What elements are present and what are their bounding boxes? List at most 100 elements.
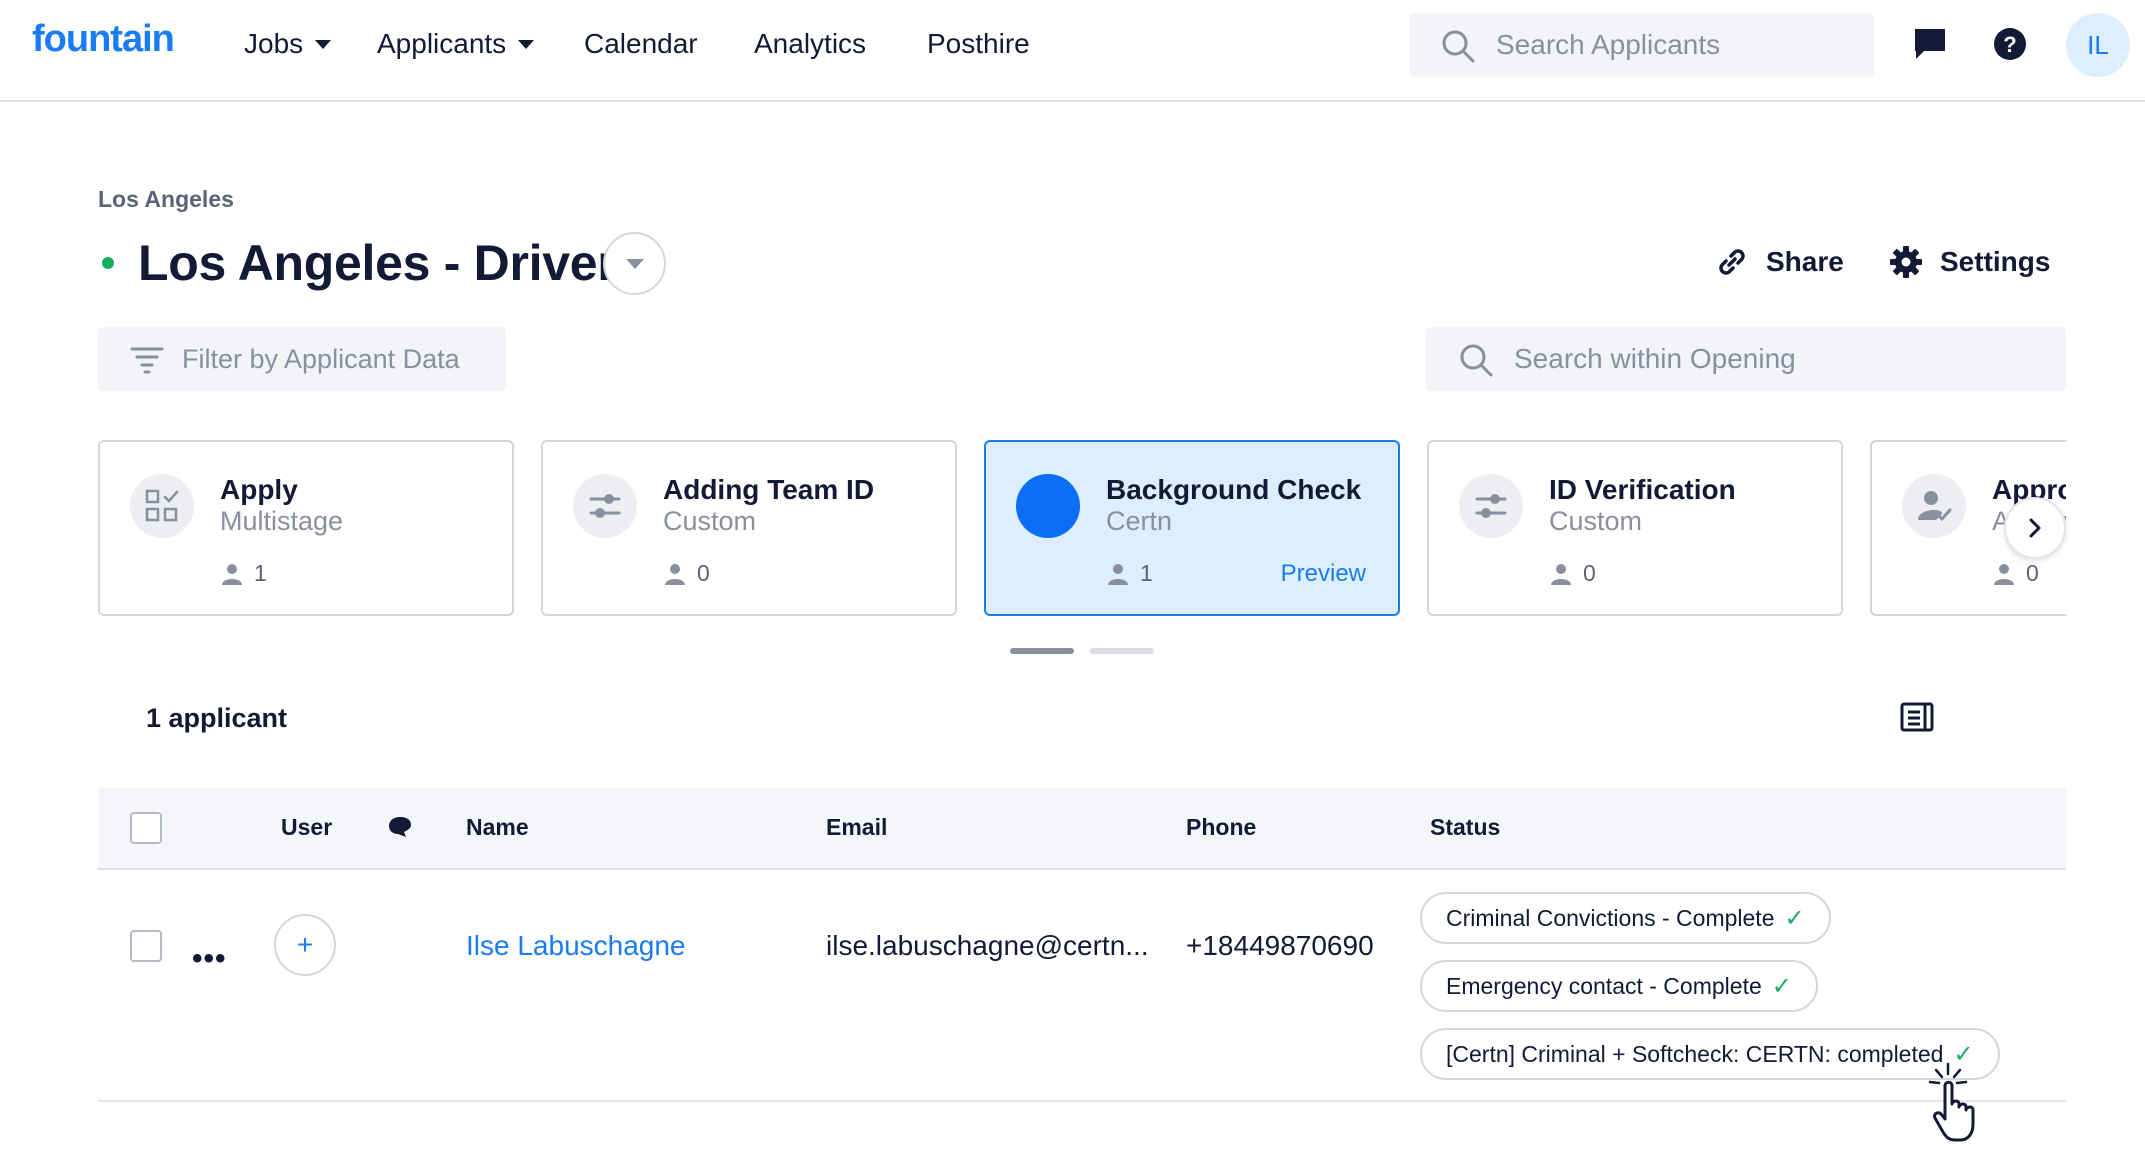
stage-applicant-count: 1: [1108, 560, 1153, 587]
stage-count-value: 1: [254, 560, 267, 586]
nav-jobs[interactable]: Jobs: [244, 28, 332, 60]
message-bubble-icon: [389, 817, 411, 837]
search-icon: [1460, 344, 1493, 377]
stage-name: Adding Team ID: [663, 474, 875, 505]
fountain-logo[interactable]: fountain: [32, 18, 175, 61]
status-badge[interactable]: Emergency contact - Complete ✓: [1420, 960, 1818, 1012]
nav-calendar-label: Calendar: [584, 28, 698, 59]
status-badge[interactable]: [Certn] Criminal + Softcheck: CERTN: com…: [1420, 1028, 2000, 1080]
stage-name: ID Verification: [1549, 474, 1736, 505]
search-within-opening-input[interactable]: [1514, 327, 2044, 391]
person-icon: [665, 563, 685, 585]
stage-card-background-check[interactable]: Background Check Certn 1 Preview: [984, 440, 1400, 616]
stage-type: Certn: [1106, 506, 1173, 536]
column-header-email[interactable]: Email: [826, 814, 887, 841]
top-navigation: fountain Jobs Applicants Calendar Analyt…: [0, 0, 2145, 102]
check-icon: ✓: [1784, 904, 1805, 932]
applicant-email: ilse.labuschagne@certn...: [826, 930, 1149, 961]
stage-icon-wrapper: [1902, 474, 1966, 538]
column-header-name[interactable]: Name: [466, 814, 529, 841]
stage-icon-wrapper: [573, 474, 637, 538]
status-active-indicator: [102, 257, 114, 269]
column-header-status[interactable]: Status: [1430, 814, 1500, 841]
page-title: Los Angeles - Driver: [138, 235, 617, 291]
caret-down-icon: [625, 258, 644, 269]
carousel-next-button[interactable]: [2004, 497, 2066, 559]
filter-label: Filter by Applicant Data: [182, 343, 460, 374]
filter-applicant-data-button[interactable]: Filter by Applicant Data: [98, 327, 506, 391]
status-label: Emergency contact - Complete: [1446, 972, 1762, 999]
stage-count-value: 1: [1140, 560, 1153, 586]
sliders-icon: [1475, 494, 1507, 518]
user-check-icon: [1918, 491, 1952, 522]
stage-card-apply[interactable]: Apply Multistage 1: [98, 440, 514, 616]
column-header-phone[interactable]: Phone: [1186, 814, 1256, 841]
status-badge[interactable]: Criminal Convictions - Complete ✓: [1420, 892, 1831, 944]
stage-card-adding-team-id[interactable]: Adding Team ID Custom 0: [541, 440, 957, 616]
global-search: [1410, 13, 1874, 77]
more-options-icon[interactable]: •••: [192, 942, 227, 976]
certn-logo-icon: [1016, 474, 1080, 538]
caret-down-icon: [315, 39, 332, 49]
stage-name: Background Check: [1106, 474, 1362, 505]
check-icon: ✓: [1771, 972, 1792, 1000]
applicant-count: 1 applicant: [146, 703, 288, 733]
stage-applicant-count: 0: [1994, 560, 2039, 587]
stage-type: Custom: [663, 506, 757, 536]
stage-count-value: 0: [2026, 560, 2039, 586]
stage-applicant-count: 0: [1551, 560, 1596, 587]
nav-jobs-label: Jobs: [244, 28, 304, 59]
breadcrumb[interactable]: Los Angeles: [98, 186, 234, 213]
share-label: Share: [1766, 246, 1844, 277]
stage-type: Custom: [1549, 506, 1643, 536]
add-user-button[interactable]: +: [274, 914, 336, 976]
person-icon: [1994, 563, 2014, 585]
column-settings-icon[interactable]: [1900, 702, 1934, 732]
applicant-name-link[interactable]: Ilse Labuschagne: [466, 930, 686, 962]
opening-dropdown-button[interactable]: [603, 232, 666, 295]
carousel-page-indicator-active[interactable]: [1010, 648, 1074, 654]
stage-count-value: 0: [1583, 560, 1596, 586]
user-avatar[interactable]: IL: [2066, 13, 2130, 77]
applicant-phone: +18449870690: [1186, 930, 1374, 961]
status-label: [Certn] Criminal + Softcheck: CERTN: com…: [1446, 1040, 1944, 1067]
select-all-checkbox[interactable]: [130, 812, 162, 844]
hand-cursor-icon: [1928, 1062, 1975, 1142]
nav-analytics-label: Analytics: [754, 28, 867, 59]
person-icon: [222, 563, 242, 585]
status-label: Criminal Convictions - Complete: [1446, 904, 1775, 931]
nav-applicants[interactable]: Applicants: [377, 28, 535, 60]
column-header-user[interactable]: User: [281, 814, 332, 841]
table-header: User Name Email Phone Status: [98, 788, 2066, 870]
status-list: Criminal Convictions - Complete ✓ Emerge…: [1420, 892, 2000, 1080]
help-icon[interactable]: ?: [1992, 26, 2028, 62]
nav-posthire-label: Posthire: [927, 28, 1030, 59]
caret-down-icon: [518, 39, 535, 49]
gear-icon: [1890, 246, 1922, 278]
table-row: ••• + Ilse Labuschagne ilse.labuschagne@…: [98, 870, 2066, 1102]
checklist-icon: [145, 489, 179, 522]
nav-posthire[interactable]: Posthire: [927, 28, 1030, 60]
carousel-page-indicator[interactable]: [1090, 648, 1154, 654]
stage-card-id-verification[interactable]: ID Verification Custom 0: [1427, 440, 1843, 616]
svg-text:?: ?: [2003, 32, 2016, 57]
stage-applicant-count: 1: [222, 560, 267, 587]
stage-applicant-count: 0: [665, 560, 710, 587]
chat-icon[interactable]: [1912, 26, 1948, 62]
search-applicants-input[interactable]: [1496, 13, 1856, 77]
nav-calendar[interactable]: Calendar: [584, 28, 698, 60]
stage-icon-wrapper: [130, 474, 194, 538]
share-button[interactable]: Share: [1714, 244, 1844, 280]
person-icon: [1551, 563, 1571, 585]
nav-analytics[interactable]: Analytics: [754, 28, 866, 60]
settings-label: Settings: [1940, 246, 2051, 277]
stage-preview-link[interactable]: Preview: [1281, 560, 1366, 588]
stage-icon-wrapper: [1459, 474, 1523, 538]
nav-applicants-label: Applicants: [377, 28, 507, 59]
person-icon: [1108, 563, 1128, 585]
stage-count-value: 0: [697, 560, 710, 586]
row-select-checkbox[interactable]: [130, 930, 162, 962]
settings-button[interactable]: Settings: [1888, 244, 2050, 280]
search-icon: [1442, 30, 1475, 63]
filter-icon: [130, 347, 164, 374]
